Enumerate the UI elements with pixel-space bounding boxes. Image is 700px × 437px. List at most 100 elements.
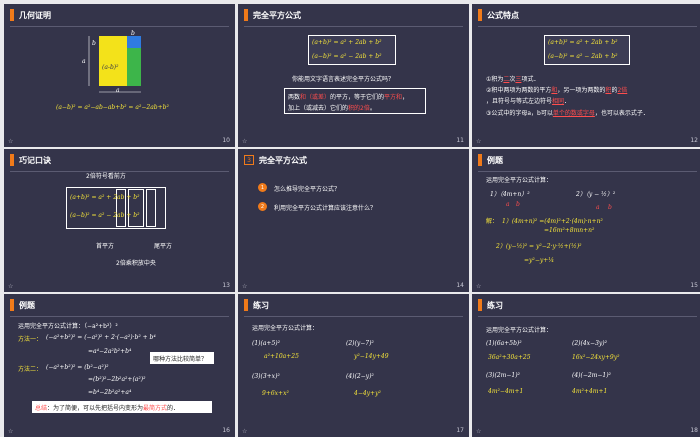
title-marker (10, 299, 14, 311)
example-1: 1）（4m+n）² (490, 191, 530, 198)
title-marker (478, 154, 482, 166)
star-icon: ☆ (476, 283, 482, 290)
page-number: 10 (222, 137, 230, 144)
page-number: 15 (690, 282, 698, 289)
slide-title: 完全平方公式 (259, 155, 307, 165)
last-square-bracket (146, 189, 156, 227)
method-2-line-2: =(b²)²−2b²a²+(a²)² (88, 376, 146, 383)
slide-header: 完全平方公式 (238, 4, 301, 26)
solution-2-line-2: =y²−y+¼ (524, 257, 555, 264)
point-2: ②积中两项为两数的平方和，另一项为两数的积的2倍 (486, 85, 627, 94)
desc-text: 的平方，等于它们的 (330, 94, 385, 101)
slide-thumbnail-11[interactable]: 完全平方公式 (a+b)² = a² + 2ab + b² (a−b)² = a… (238, 4, 469, 147)
description-line-1: 两数和（或差）的平方，等于它们的平方和， (288, 92, 408, 101)
title-divider (478, 171, 697, 172)
title-divider (244, 316, 463, 317)
label-b-top: b (92, 40, 96, 47)
formula-sum: (a+b)² = a² + 2ab + b² (312, 39, 382, 46)
star-icon: ☆ (8, 283, 14, 290)
summary-highlight: 最简方式 (143, 405, 168, 412)
slide-title: 完全平方公式 (253, 10, 301, 20)
summary-body: 的． (167, 405, 180, 412)
desc-text: ， (402, 94, 409, 101)
last-square-label: 尾平方 (154, 243, 173, 250)
problem-2: (2)(4x−3y)² (572, 340, 608, 347)
formula-sum: (a+b)² = a² + 2ab + b² (70, 194, 140, 201)
problem-1: (1)(6a+5b)² (486, 340, 522, 347)
title-divider (478, 26, 697, 27)
page-number: 18 (690, 427, 698, 434)
star-icon: ☆ (242, 428, 248, 435)
question-number: 2 (258, 202, 267, 211)
answer-4: 4−4y+y² (354, 390, 381, 397)
problem-2: (2)(y−7)² (346, 340, 374, 347)
slide-thumbnail-17[interactable]: 练习 运用完全平方公式计算： (1)(a+5)² a²+10a+25 (2)(y… (238, 294, 469, 437)
method-2-label: 方法二： (18, 366, 43, 373)
formula-diff: (a−b)² = a² − 2ab + b² (70, 212, 140, 219)
label-a-vertical: a (82, 58, 86, 65)
slide-thumbnail-18[interactable]: 练习 运用完全平方公式计算： (1)(6a+5b)² 36a²+30a+25 (… (472, 294, 700, 437)
point-3: ③公式中的字母a，b可以单个的数或字母，也可以表示式子． (486, 108, 649, 117)
example-1-b: b (516, 201, 520, 208)
point-text: ③公式中的字母a，b可以 (486, 110, 553, 117)
slide-thumbnail-14[interactable]: 3 完全平方公式 1 怎么推导完全平方公式？ 2 利用完全平方公式计算应该注意什… (238, 149, 469, 292)
title-divider (478, 316, 697, 317)
page-number: 14 (456, 282, 464, 289)
slide-thumbnail-10[interactable]: 几何证明 a b b a (a-b)² (a−b)² = a²−ab−ab+b²… (4, 4, 235, 147)
question-number: 1 (258, 183, 267, 192)
desc-text: 。 (369, 105, 376, 112)
point-text: ，另一项为两数的 (557, 87, 606, 94)
slide-thumbnail-15[interactable]: 例题 运用完全平方公式计算： 1）（4m+n）² 2）（y − ½）² a b … (472, 149, 700, 292)
star-icon: ☆ (476, 138, 482, 145)
point-2-cont: ，且符号与等式左边符号相同． (486, 96, 570, 105)
mnemonic-top-label: 2倍符号看前方 (86, 173, 126, 180)
point-text: ，且符号与等式左边符号 (486, 98, 553, 105)
answer-2: 16x²−24xy+9y² (572, 354, 620, 361)
desc-highlight: 和（或差） (300, 94, 331, 101)
slide-header: 公式特点 (472, 4, 519, 26)
method-2-line-1: (−a²+b²)² = (b²−a²)² (46, 364, 109, 371)
title-marker (478, 299, 482, 311)
answer-2: y²−14y+49 (354, 353, 389, 360)
slide-header: 练习 (472, 294, 503, 316)
formula-diff: (a−b)² = a² − 2ab + b² (312, 53, 382, 60)
desc-text: 两数 (288, 94, 301, 101)
problem-3: (3)(2m−1)² (486, 372, 520, 379)
example-intro: 运用完全平方公式计算： (486, 177, 553, 184)
point-text: ①积为 (486, 76, 504, 83)
summary-text: 总结：为了简便，可以先把括号内变形为最简方式的． (35, 403, 179, 412)
star-icon: ☆ (242, 138, 248, 145)
page-number: 17 (456, 427, 464, 434)
point-1: ①积为二次三项式． (486, 74, 539, 83)
slide-thumbnail-12[interactable]: 公式特点 (a+b)² = a² + 2ab + b² (a−b)² = a² … (472, 4, 700, 147)
point-text: ②积中两项为两数的平方 (486, 87, 552, 94)
slide-title: 练习 (253, 300, 269, 310)
slide-thumbnail-16[interactable]: 例题 运用完全平方公式计算：（−a²+b²）² 方法一： (−a²+b²)² =… (4, 294, 235, 437)
proof-formula: (a−b)² = a²−ab−ab+b² = a²−2ab+b² (56, 104, 169, 111)
answer-1: a²+10a+25 (264, 353, 299, 360)
slide-grid: 几何证明 a b b a (a-b)² (a−b)² = a²−ab−ab+b²… (0, 0, 700, 437)
slide-thumbnail-13[interactable]: 巧记口诀 2倍符号看前方 (a+b)² = a² + 2ab + b² (a−b… (4, 149, 235, 292)
star-icon: ☆ (476, 428, 482, 435)
desc-highlight: 平方和 (384, 94, 403, 101)
exercise-intro: 运用完全平方公式计算： (252, 325, 319, 332)
method-2-line-3: =b⁴−2b²a²+a⁴ (88, 389, 132, 396)
solution-label: 解： (486, 218, 499, 225)
example-1-a: a (506, 201, 510, 208)
example-2-b: b (608, 204, 612, 211)
answer-3: 4m²−4m+1 (488, 388, 524, 395)
example-intro: 运用完全平方公式计算：（−a²+b²）² (18, 323, 118, 330)
description-line-2: 加上（或减去）它们的积的2倍。 (288, 103, 376, 112)
slide-header: 巧记口诀 (4, 149, 51, 171)
formula-sum: (a+b)² = a² + 2ab + b² (548, 39, 618, 46)
page-number: 11 (456, 137, 464, 144)
hint-bubble-text: 哪种方法比较简单？ (153, 356, 208, 363)
label-b-right: b (131, 30, 135, 37)
slide-header: 几何证明 (4, 4, 51, 26)
middle-term-label: 2倍乘积放中央 (116, 260, 156, 267)
page-number: 12 (690, 137, 698, 144)
example-2: 2）（y − ½）² (576, 191, 616, 198)
title-divider (10, 316, 229, 317)
desc-highlight: 积的2倍 (348, 105, 370, 112)
star-icon: ☆ (8, 138, 14, 145)
